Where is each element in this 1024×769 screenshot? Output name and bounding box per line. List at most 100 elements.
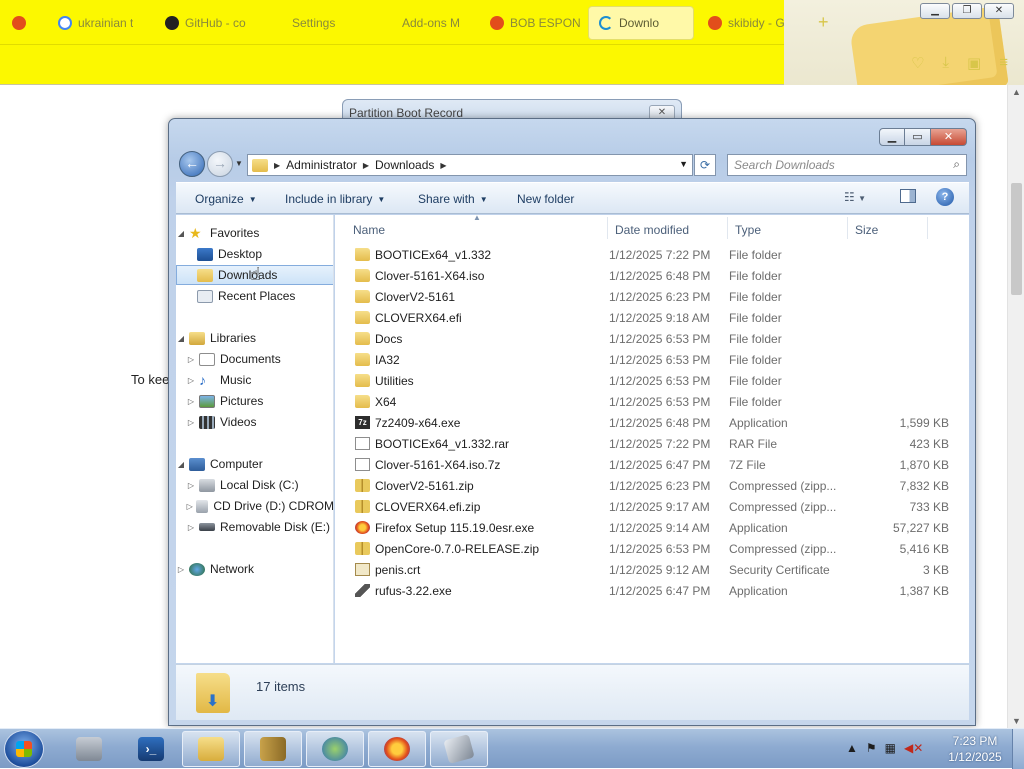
- page-scrollbar[interactable]: ▲ ▼: [1007, 85, 1024, 728]
- minimize-button[interactable]: ▁: [920, 3, 950, 19]
- start-button[interactable]: [4, 730, 44, 768]
- file-row[interactable]: CLOVERX64.efi 1/12/2025 9:18 AM File folde…: [349, 308, 959, 329]
- refresh-button[interactable]: ⟳: [694, 154, 716, 176]
- share-with-button[interactable]: Share with ▼: [418, 192, 488, 206]
- network-tray-icon[interactable]: ▦: [885, 741, 896, 755]
- file-row[interactable]: Docs 1/12/2025 6:53 PM File folder: [349, 329, 959, 350]
- nav-network[interactable]: ▷ Network: [176, 559, 333, 579]
- clock[interactable]: 7:23 PM 1/12/2025: [940, 733, 1010, 765]
- search-icon[interactable]: ⌕: [953, 157, 960, 172]
- browser-tab-6[interactable]: Downlo: [588, 6, 694, 40]
- collapsed-icon[interactable]: ▷: [186, 376, 196, 385]
- chevron-right-icon[interactable]: ▶: [274, 161, 280, 170]
- maximize-button[interactable]: ❐: [952, 3, 982, 19]
- file-row[interactable]: Clover-5161-X64.iso 1/12/2025 6:48 PM File…: [349, 266, 959, 287]
- nav-music[interactable]: ▷ ♪ Music: [176, 370, 333, 390]
- column-type[interactable]: Type: [735, 223, 761, 237]
- taskbar-app-bootice[interactable]: [430, 731, 488, 767]
- file-row[interactable]: CloverV2-5161 1/12/2025 6:23 PM File folde…: [349, 287, 959, 308]
- browser-tab-2[interactable]: GitHub - co: [155, 6, 255, 40]
- file-row[interactable]: BOOTICEx64_v1.332.rar 1/12/2025 7:22 PM RA…: [349, 434, 959, 455]
- expanded-icon[interactable]: ◢: [176, 460, 186, 469]
- forward-button[interactable]: →: [207, 151, 233, 177]
- new-folder-button[interactable]: New folder: [517, 192, 574, 206]
- preview-pane-button[interactable]: [900, 189, 916, 203]
- nav-local-disk[interactable]: ▷ Local Disk (C:): [176, 475, 333, 495]
- address-bar[interactable]: ▶ Administrator ▶ Downloads ▶ ▼: [247, 154, 693, 176]
- scroll-thumb[interactable]: [1011, 183, 1022, 295]
- menu-icon[interactable]: ≡: [999, 54, 1008, 72]
- close-button[interactable]: ✕: [931, 128, 967, 146]
- download-icon[interactable]: ⤓: [942, 54, 949, 72]
- expanded-icon[interactable]: ◢: [176, 229, 186, 238]
- taskbar-app-server-manager[interactable]: [60, 731, 118, 767]
- collapsed-icon[interactable]: ▷: [186, 418, 196, 427]
- column-size[interactable]: Size: [855, 223, 878, 237]
- file-row[interactable]: X64 1/12/2025 6:53 PM File folder: [349, 392, 959, 413]
- search-input[interactable]: Search Downloads ⌕: [727, 154, 967, 176]
- file-row[interactable]: BOOTICEx64_v1.332 1/12/2025 7:22 PM File f…: [349, 245, 959, 266]
- column-divider[interactable]: [847, 217, 848, 239]
- scroll-up-icon[interactable]: ▲: [1008, 87, 1024, 97]
- taskbar-app-firefox[interactable]: [368, 731, 426, 767]
- collapsed-icon[interactable]: ▷: [176, 565, 186, 574]
- nav-recent-places[interactable]: Recent Places: [176, 286, 333, 306]
- collapsed-icon[interactable]: ▷: [186, 397, 196, 406]
- help-button[interactable]: ?: [936, 188, 954, 206]
- new-tab-button[interactable]: +: [818, 12, 829, 33]
- file-row[interactable]: CLOVERX64.efi.zip 1/12/2025 9:17 AM Compre…: [349, 497, 959, 518]
- browser-tab-7[interactable]: skibidy - G: [698, 6, 798, 40]
- nav-cd-drive[interactable]: ▷ CD Drive (D:) CDROM: [176, 496, 333, 516]
- chevron-right-icon[interactable]: ▶: [363, 161, 369, 170]
- nav-removable-disk[interactable]: ▷ Removable Disk (E:): [176, 517, 333, 537]
- chevron-up-icon[interactable]: ▲: [846, 741, 858, 755]
- browser-tab-5[interactable]: BOB ESPON: [480, 6, 580, 40]
- recent-pages-dropdown[interactable]: ▼: [235, 159, 243, 168]
- browser-tab-3[interactable]: Settings: [262, 6, 362, 40]
- chevron-down-icon[interactable]: ▼: [679, 159, 688, 169]
- expanded-icon[interactable]: ◢: [176, 334, 186, 343]
- column-date-modified[interactable]: Date modified: [615, 223, 689, 237]
- pocket-icon[interactable]: ♡: [911, 54, 924, 72]
- column-divider[interactable]: [927, 217, 928, 239]
- nav-pictures[interactable]: ▷ Pictures: [176, 391, 333, 411]
- collapsed-icon[interactable]: ▷: [186, 355, 196, 364]
- scroll-down-icon[interactable]: ▼: [1008, 716, 1024, 726]
- taskbar-app-powershell[interactable]: ›_: [122, 731, 180, 767]
- show-desktop-button[interactable]: [1012, 729, 1024, 769]
- nav-favorites[interactable]: ◢ ★ Favorites: [176, 223, 333, 243]
- change-view-button[interactable]: ☷ ▼: [844, 190, 866, 204]
- chevron-right-icon[interactable]: ▶: [440, 161, 446, 170]
- include-in-library-button[interactable]: Include in library ▼: [285, 192, 385, 206]
- nav-desktop[interactable]: Desktop: [176, 244, 333, 264]
- collapsed-icon[interactable]: ▷: [186, 481, 196, 490]
- column-divider[interactable]: [727, 217, 728, 239]
- file-row[interactable]: Utilities 1/12/2025 6:53 PM File folder: [349, 371, 959, 392]
- minimize-button[interactable]: ▁: [879, 128, 905, 146]
- taskbar-app-browser[interactable]: [306, 731, 364, 767]
- back-button[interactable]: ←: [179, 151, 205, 177]
- file-row[interactable]: IA32 1/12/2025 6:53 PM File folder: [349, 350, 959, 371]
- collapsed-icon[interactable]: ▷: [186, 502, 193, 511]
- file-list[interactable]: Name ▲ Date modified Type Size BOOTICEx6…: [335, 213, 969, 663]
- browser-tab-4[interactable]: Add-ons M: [372, 6, 472, 40]
- nav-libraries[interactable]: ◢ Libraries: [176, 328, 333, 348]
- maximize-button[interactable]: ▭: [905, 128, 931, 146]
- nav-documents[interactable]: ▷ Documents: [176, 349, 333, 369]
- file-row[interactable]: 7z 7z2409-x64.exe 1/12/2025 6:48 PM Applica…: [349, 413, 959, 434]
- column-name[interactable]: Name: [353, 223, 385, 237]
- extensions-icon[interactable]: ▣: [967, 54, 981, 72]
- browser-tab-1[interactable]: ukrainian t: [48, 6, 140, 40]
- nav-computer[interactable]: ◢ Computer: [176, 454, 333, 474]
- close-button[interactable]: ✕: [984, 3, 1014, 19]
- file-row[interactable]: CloverV2-5161.zip 1/12/2025 6:23 PM Compre…: [349, 476, 959, 497]
- taskbar-app-explorer[interactable]: [182, 731, 240, 767]
- browser-tab-0[interactable]: [2, 6, 42, 40]
- column-divider[interactable]: [607, 217, 608, 239]
- volume-muted-icon[interactable]: ◀✕: [904, 741, 923, 755]
- collapsed-icon[interactable]: ▷: [186, 523, 196, 532]
- file-row[interactable]: OpenCore-0.7.0-RELEASE.zip 1/12/2025 6:53…: [349, 539, 959, 560]
- file-row[interactable]: Firefox Setup 115.19.0esr.exe 1/12/2025 9…: [349, 518, 959, 539]
- taskbar-app-archiver[interactable]: [244, 731, 302, 767]
- breadcrumb-downloads[interactable]: Downloads: [375, 158, 434, 172]
